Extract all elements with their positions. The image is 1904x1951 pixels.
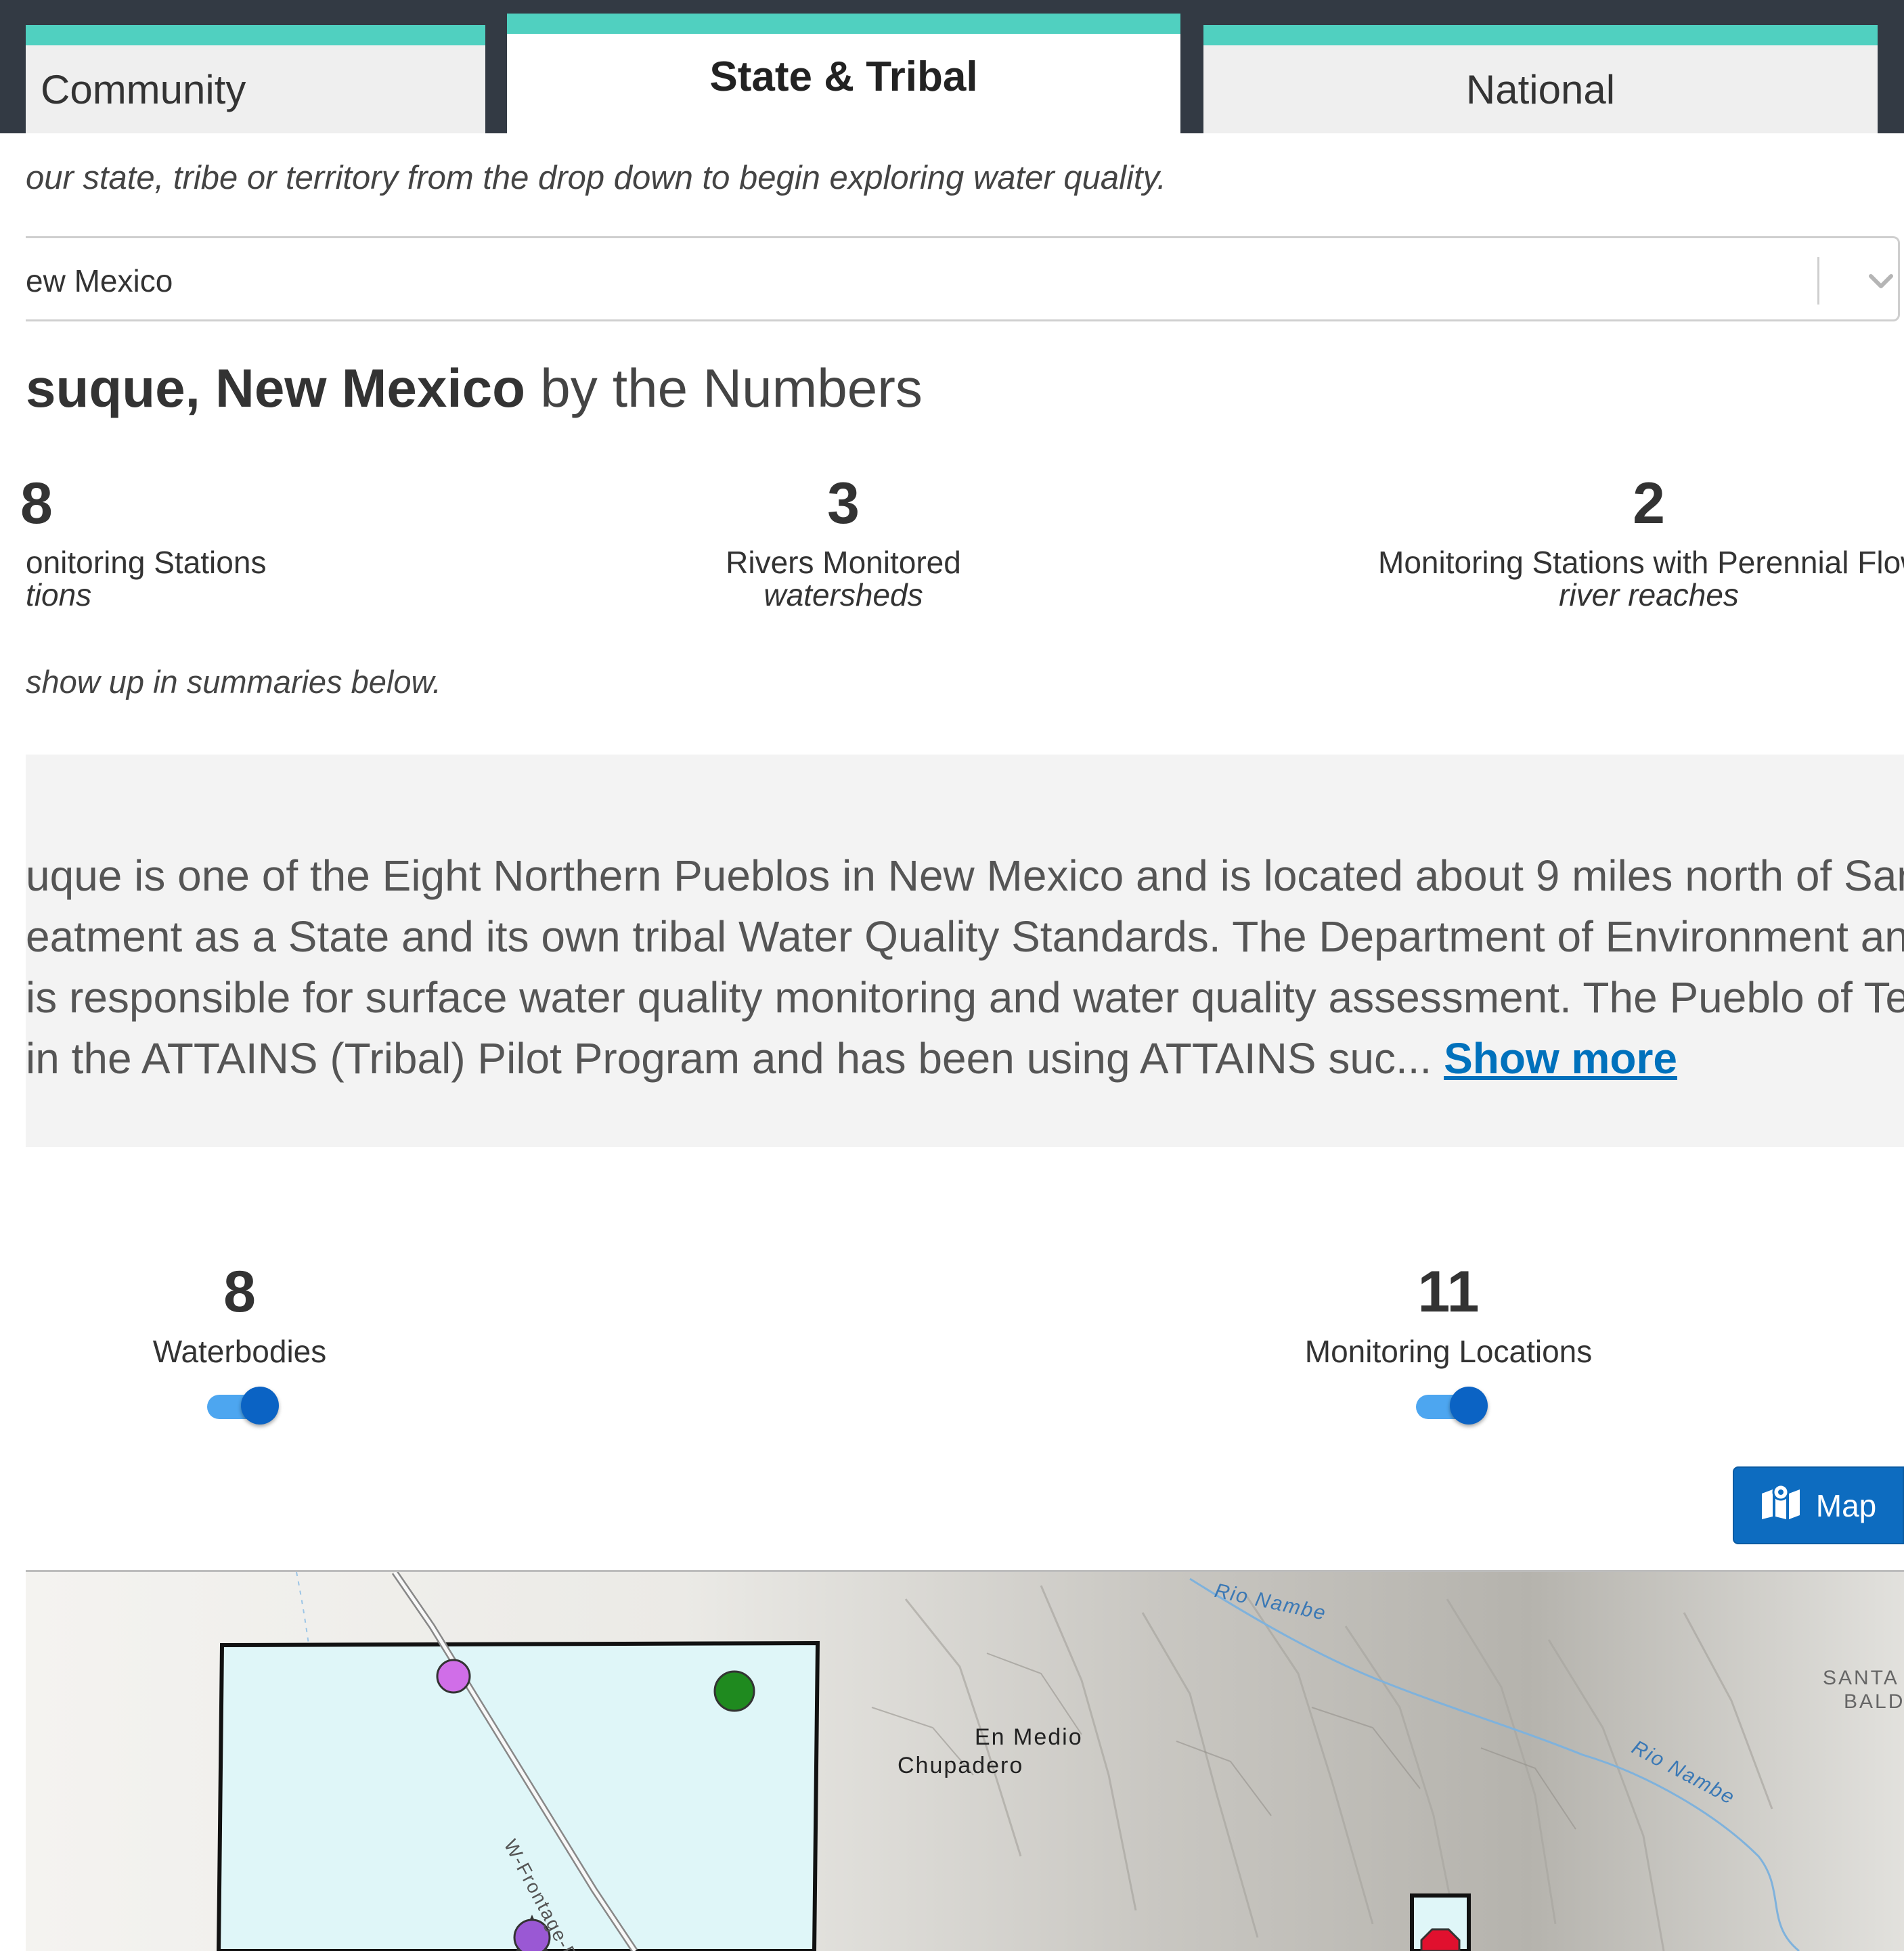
description-line: eatment as a State and its own tribal Wa… bbox=[26, 912, 1904, 961]
waterbodies-label: Waterbodies bbox=[152, 1334, 327, 1369]
stat-label: Rivers Monitored bbox=[726, 545, 961, 580]
chevron-down-icon[interactable] bbox=[1857, 257, 1904, 305]
monitoring-locations-toggle[interactable] bbox=[1412, 1384, 1493, 1425]
description-line-text: in the ATTAINS (Tribal) Pilot Program an… bbox=[26, 1034, 1432, 1083]
water-map[interactable]: En Medio Chupadero Rio Nambe Rio Nambe W… bbox=[26, 1570, 1904, 1951]
toggle-knob bbox=[1450, 1387, 1488, 1425]
tab-community-label: Community bbox=[41, 66, 246, 112]
stat-value: 3 bbox=[827, 471, 860, 536]
intro-instructions: our state, tribe or territory from the d… bbox=[26, 160, 1166, 196]
stat-label: onitoring Stations bbox=[26, 545, 267, 580]
place-label-chupadero: Chupadero bbox=[898, 1753, 1024, 1778]
description-line: is responsible for surface water quality… bbox=[26, 973, 1904, 1022]
page-title-suffix: by the Numbers bbox=[525, 358, 923, 418]
select-value: ew Mexico bbox=[26, 263, 173, 298]
map-icon bbox=[1761, 1483, 1801, 1527]
tab-community[interactable]: Community bbox=[26, 25, 485, 133]
map-view-button[interactable]: Map bbox=[1733, 1466, 1904, 1544]
area-label-bald: BALD bbox=[1844, 1690, 1904, 1713]
area-label-santa: SANTA bbox=[1823, 1667, 1899, 1689]
stat-sublabel: river reaches bbox=[1559, 577, 1739, 612]
stat-sublabel: watersheds bbox=[763, 577, 923, 612]
map-button-label: Map bbox=[1815, 1487, 1877, 1523]
stat-sublabel: tions bbox=[26, 577, 92, 612]
place-label-en-medio: En Medio bbox=[975, 1724, 1083, 1750]
monitoring-location-marker[interactable] bbox=[436, 1659, 471, 1694]
tribe-description-panel: uque is one of the Eight Northern Pueblo… bbox=[26, 755, 1904, 1147]
tab-bar: Community State & Tribal National bbox=[0, 0, 1904, 133]
state-tribe-select[interactable]: ew Mexico bbox=[26, 236, 1900, 321]
tab-state-tribal[interactable]: State & Tribal bbox=[507, 14, 1180, 133]
page-title: suque, New Mexico by the Numbers bbox=[26, 357, 923, 420]
waterbodies-toggle[interactable] bbox=[203, 1384, 284, 1425]
waterbodies-count: 8 bbox=[223, 1259, 256, 1324]
stat-value: 8 bbox=[20, 471, 53, 536]
stat-value: 2 bbox=[1633, 471, 1665, 536]
monitoring-locations-count: 11 bbox=[1417, 1259, 1480, 1324]
monitoring-location-marker[interactable] bbox=[713, 1670, 755, 1712]
tab-national[interactable]: National bbox=[1203, 25, 1878, 133]
description-line-last: in the ATTAINS (Tribal) Pilot Program an… bbox=[26, 1033, 1677, 1083]
select-divider bbox=[1817, 257, 1819, 305]
show-more-link[interactable]: Show more bbox=[1444, 1034, 1677, 1083]
tab-state-tribal-label: State & Tribal bbox=[709, 53, 978, 100]
summary-note: show up in summaries below. bbox=[26, 664, 441, 700]
page-title-location: suque, New Mexico bbox=[26, 358, 525, 418]
stat-label: Monitoring Stations with Perennial Flow bbox=[1378, 545, 1904, 580]
toggle-knob bbox=[241, 1387, 279, 1425]
description-line: uque is one of the Eight Northern Pueblo… bbox=[26, 851, 1904, 900]
tab-national-label: National bbox=[1465, 66, 1616, 112]
monitoring-locations-label: Monitoring Locations bbox=[1304, 1334, 1593, 1369]
